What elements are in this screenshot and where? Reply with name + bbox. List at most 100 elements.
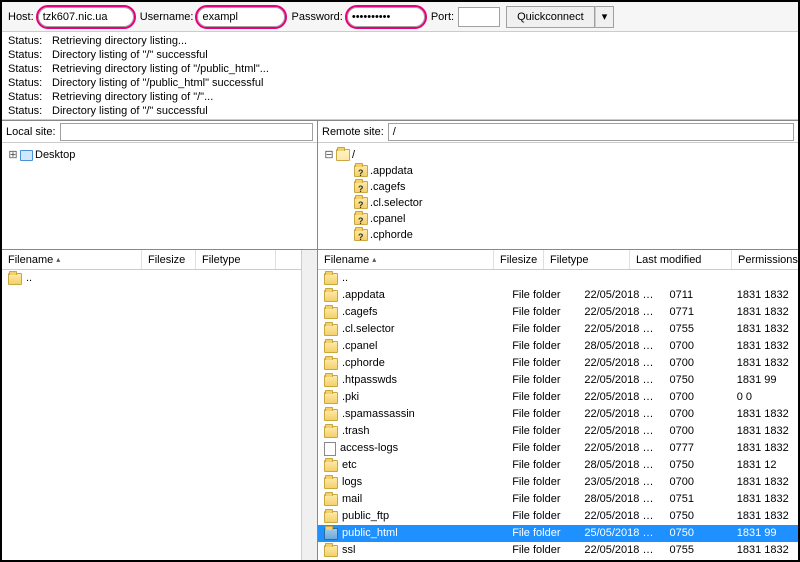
tree-item[interactable]: .appdata [324, 163, 792, 179]
list-item[interactable]: .trashFile folder22/05/2018 09:...070018… [318, 423, 798, 440]
expand-icon[interactable]: ⊞ [8, 147, 18, 163]
collapse-icon[interactable]: ⊟ [324, 147, 334, 163]
file-modified: 22/05/2018 09:... [578, 559, 663, 560]
file-permissions: 0755 [663, 321, 730, 338]
list-item[interactable]: access-logsFile folder22/05/2018 09:...0… [318, 440, 798, 457]
log-row: Status:Retrieving directory listing of "… [8, 62, 792, 76]
list-item[interactable]: .htpasswdsFile folder22/05/2018 09:...07… [318, 372, 798, 389]
tree-item[interactable]: .cl.selector [324, 195, 792, 211]
file-name: .appdata [342, 287, 385, 304]
file-name: access-logs [340, 440, 398, 457]
password-input[interactable] [347, 7, 425, 27]
host-input[interactable] [38, 7, 134, 27]
file-permissions: 0751 [663, 491, 730, 508]
remote-site-path-input[interactable]: / [388, 123, 794, 141]
folder-icon [324, 494, 338, 506]
log-message: Directory listing of "/" successful [52, 104, 208, 118]
col-permissions[interactable]: Permissions [732, 250, 798, 269]
col-filetype[interactable]: Filetype [196, 250, 276, 269]
local-file-list-pane: Filename Filesize Filetype .. [2, 250, 318, 560]
file-modified: 22/05/2018 09:... [578, 355, 663, 372]
file-owner: 1831 1832 [731, 406, 798, 423]
list-item[interactable]: .. [318, 270, 798, 287]
list-item[interactable]: .. [2, 270, 301, 287]
list-item[interactable]: .appdataFile folder22/05/2018 09:...0711… [318, 287, 798, 304]
chevron-down-icon: ▾ [602, 11, 608, 23]
list-item[interactable]: .cagefsFile folder22/05/2018 09:...07711… [318, 304, 798, 321]
list-item[interactable]: logsFile folder23/05/2018 09:...07001831… [318, 474, 798, 491]
folder-icon [324, 307, 338, 319]
file-name: logs [342, 474, 362, 491]
col-filetype[interactable]: Filetype [544, 250, 630, 269]
log-row: Status:Directory listing of "/" successf… [8, 104, 792, 118]
local-file-list[interactable]: .. [2, 270, 301, 560]
list-item[interactable]: .cl.selectorFile folder22/05/2018 09:...… [318, 321, 798, 338]
col-filesize[interactable]: Filesize [142, 250, 196, 269]
list-item[interactable]: public_htmlFile folder25/05/2018 18:...0… [318, 525, 798, 542]
list-item[interactable]: mailFile folder28/05/2018 09:...07511831… [318, 491, 798, 508]
log-row: Status:Retrieving directory listing... [8, 34, 792, 48]
quickconnect-button[interactable]: Quickconnect [506, 6, 595, 28]
file-name: .cl.selector [342, 321, 395, 338]
col-filename[interactable]: Filename [2, 250, 142, 269]
folder-open-icon [336, 149, 350, 161]
col-filename[interactable]: Filename [318, 250, 494, 269]
remote-site-label: Remote site: [322, 126, 384, 138]
tree-item-label: .cpanel [370, 211, 405, 227]
col-modified[interactable]: Last modified [630, 250, 732, 269]
remote-file-header[interactable]: Filename Filesize Filetype Last modified… [318, 250, 798, 270]
list-item[interactable]: .cphordeFile folder22/05/2018 09:...0700… [318, 355, 798, 372]
tree-item[interactable]: .cphorde [324, 227, 792, 243]
file-name: .. [342, 270, 348, 287]
host-field: Host: [8, 7, 134, 27]
file-modified: 28/05/2018 09:... [578, 457, 663, 474]
file-owner: 1831 1832 [731, 355, 798, 372]
username-input[interactable] [197, 7, 285, 27]
log-message: Directory listing of "/public_html" succ… [52, 76, 263, 90]
log-message: Retrieving directory listing of "/"... [52, 90, 213, 104]
list-item[interactable]: etcFile folder28/05/2018 09:...07501831 … [318, 457, 798, 474]
list-item[interactable]: .spamassassinFile folder22/05/2018 09:..… [318, 406, 798, 423]
list-item[interactable]: tmpFile folder22/05/2018 09:...07551831 … [318, 559, 798, 560]
file-permissions: 0750 [663, 457, 730, 474]
file-type: File folder [506, 525, 578, 542]
file-name: .cagefs [342, 304, 377, 321]
file-lists: Filename Filesize Filetype .. Filename F… [2, 250, 798, 560]
log-message: Directory listing of "/" successful [52, 48, 208, 62]
local-tree[interactable]: ⊞Desktop [2, 143, 317, 167]
port-input[interactable] [458, 7, 500, 27]
tree-item[interactable]: ⊟/ [324, 147, 792, 163]
local-scrollbar-body[interactable] [301, 270, 317, 560]
list-item[interactable]: sslFile folder22/05/2018 09:...07551831 … [318, 542, 798, 559]
list-item[interactable]: public_ftpFile folder22/05/2018 09:...07… [318, 508, 798, 525]
file-type: File folder [506, 508, 578, 525]
col-filesize[interactable]: Filesize [494, 250, 544, 269]
file-permissions: 0750 [663, 508, 730, 525]
folder-icon [324, 477, 338, 489]
tree-item[interactable]: .cagefs [324, 179, 792, 195]
file-modified: 22/05/2018 09:... [578, 389, 663, 406]
file-owner: 1831 1832 [731, 491, 798, 508]
remote-tree[interactable]: ⊟/.appdata.cagefs.cl.selector.cpanel.cph… [318, 143, 798, 247]
tree-item[interactable]: .cpanel [324, 211, 792, 227]
remote-file-list[interactable]: ...appdataFile folder22/05/2018 09:...07… [318, 270, 798, 560]
log-label: Status: [8, 34, 52, 48]
local-file-header[interactable]: Filename Filesize Filetype [2, 250, 301, 270]
file-owner: 1831 1832 [731, 559, 798, 560]
local-site-path-input[interactable] [60, 123, 313, 141]
file-name: tmp [342, 559, 360, 560]
quickconnect-dropdown[interactable]: ▾ [595, 6, 615, 28]
file-owner: 1831 99 [731, 525, 798, 542]
folder-icon [324, 324, 338, 336]
log-label: Status: [8, 76, 52, 90]
list-item[interactable]: .pkiFile folder22/05/2018 09:...07000 0 [318, 389, 798, 406]
tree-item[interactable]: ⊞Desktop [8, 147, 311, 163]
folder-icon [324, 426, 338, 438]
folder-unknown-icon [354, 197, 368, 209]
folder-icon [8, 273, 22, 285]
file-modified: 22/05/2018 09:... [578, 304, 663, 321]
quickconnect-group: Quickconnect ▾ [506, 6, 614, 28]
file-owner: 1831 1832 [731, 542, 798, 559]
list-item[interactable]: .cpanelFile folder28/05/2018 09:...07001… [318, 338, 798, 355]
local-scrollbar[interactable] [301, 250, 317, 270]
